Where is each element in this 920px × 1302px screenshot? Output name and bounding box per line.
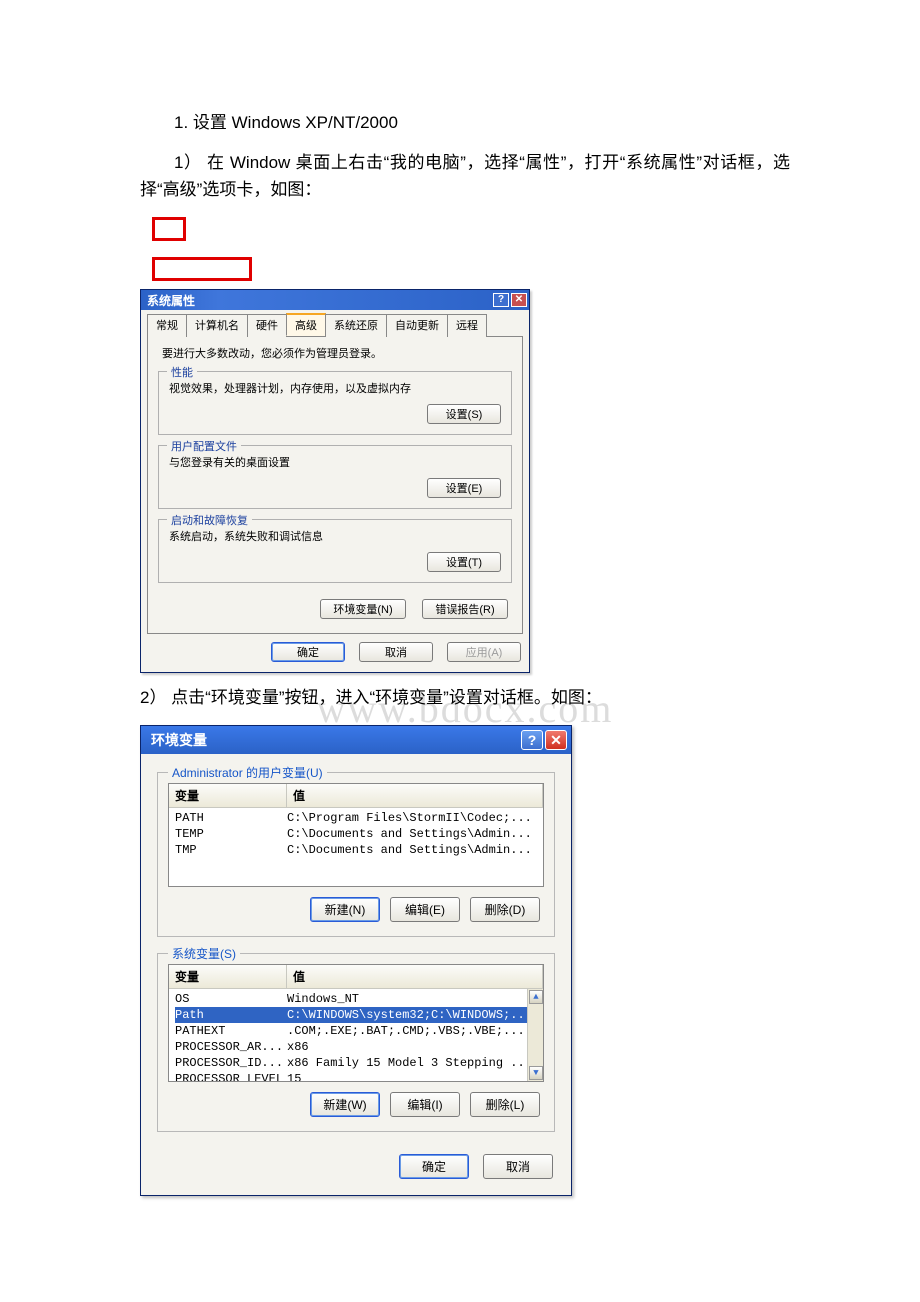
scroll-up-icon[interactable]: ▲ [529,990,543,1004]
list-item[interactable]: TMPC:\Documents and Settings\Admin... [169,842,543,858]
env-bottom-buttons: 确定 取消 [157,1148,555,1181]
env-vars-dialog: 环境变量 ? ✕ Administrator 的用户变量(U) 变量 值 PAT… [140,725,572,1196]
sysprop-note: 要进行大多数改动，您必须作为管理员登录。 [158,345,512,361]
btn-delete-user[interactable]: 删除(D) [470,897,540,922]
col-value[interactable]: 值 [287,784,543,807]
close-icon[interactable]: ✕ [511,293,527,307]
list-item[interactable]: PROCESSOR_LEVEL15 [169,1071,543,1081]
doc-line-2: 1） 在 Window 桌面上右击“我的电脑”，选择“属性”，打开“系统属性”对… [140,150,790,203]
list-item[interactable]: PATHEXT.COM;.EXE;.BAT;.CMD;.VBS;.VBE;... [169,1023,543,1039]
tab-advanced[interactable]: 高级 [286,313,326,336]
legend-startup: 启动和故障恢复 [167,512,252,528]
close-icon[interactable]: ✕ [545,730,567,750]
list-item[interactable]: PROCESSOR_AR...x86 [169,1039,543,1055]
list-item[interactable]: OSWindows_NT [169,991,543,1007]
tab-hardware[interactable]: 硬件 [247,314,287,337]
sysprop-title: 系统属性 [147,292,491,309]
col-variable[interactable]: 变量 [169,784,287,807]
legend-system-vars: 系统变量(S) [168,945,240,962]
btn-cancel[interactable]: 取消 [359,642,433,662]
btn-new-user[interactable]: 新建(N) [310,897,380,922]
sysprop-tab-body: 要进行大多数改动，您必须作为管理员登录。 性能 视觉效果，处理器计划，内存使用，… [147,336,523,634]
btn-edit-sys[interactable]: 编辑(I) [390,1092,460,1117]
btn-ok[interactable]: 确定 [399,1154,469,1179]
tab-system-restore[interactable]: 系统还原 [325,314,387,337]
list-item[interactable]: PROCESSOR_ID...x86 Family 15 Model 3 Ste… [169,1055,543,1071]
list-header: 变量 值 [169,784,543,808]
tab-auto-update[interactable]: 自动更新 [386,314,448,337]
doc-line-3: 2） 点击“环境变量”按钮，进入“环境变量”设置对话框。如图： [140,685,790,711]
text-startup: 系统启动，系统失败和调试信息 [169,528,501,544]
group-performance: 性能 视觉效果，处理器计划，内存使用，以及虚拟内存 设置(S) [158,371,512,435]
tab-general[interactable]: 常规 [147,314,187,337]
btn-settings-startup[interactable]: 设置(T) [427,552,501,572]
env-title: 环境变量 [151,730,519,750]
list-item-selected[interactable]: PathC:\WINDOWS\system32;C:\WINDOWS;... [169,1007,543,1023]
list-item[interactable]: PATHC:\Program Files\StormII\Codec;... [169,810,543,826]
sysprop-tabs: 常规 计算机名 硬件 高级 系统还原 自动更新 远程 [141,310,529,337]
btn-new-sys[interactable]: 新建(W) [310,1092,380,1117]
legend-profiles: 用户配置文件 [167,438,241,454]
sysprop-bottom-buttons: 确定 取消 应用(A) [141,634,529,672]
btn-settings-profiles[interactable]: 设置(E) [427,478,501,498]
list-item[interactable]: TEMPC:\Documents and Settings\Admin... [169,826,543,842]
btn-env-vars[interactable]: 环境变量(N) [320,599,406,619]
col-value[interactable]: 值 [287,965,543,988]
col-variable[interactable]: 变量 [169,965,287,988]
btn-apply[interactable]: 应用(A) [447,642,521,662]
doc-line-1: 1. 设置 Windows XP/NT/2000 [140,110,790,136]
group-startup: 启动和故障恢复 系统启动，系统失败和调试信息 设置(T) [158,519,512,583]
btn-edit-user[interactable]: 编辑(E) [390,897,460,922]
help-icon[interactable]: ? [493,293,509,307]
scroll-down-icon[interactable]: ▼ [529,1066,543,1080]
group-user-profiles: 用户配置文件 与您登录有关的桌面设置 设置(E) [158,445,512,509]
system-properties-dialog: 系统属性 ? ✕ 常规 计算机名 硬件 高级 系统还原 自动更新 远程 要进行大… [140,289,530,673]
btn-delete-sys[interactable]: 删除(L) [470,1092,540,1117]
red-marker-boxes [152,217,790,281]
red-box-small [152,217,186,241]
red-box-wide [152,257,252,281]
env-titlebar[interactable]: 环境变量 ? ✕ [141,726,571,754]
help-icon[interactable]: ? [521,730,543,750]
sysprop-titlebar[interactable]: 系统属性 ? ✕ [141,290,529,310]
text-performance: 视觉效果，处理器计划，内存使用，以及虚拟内存 [169,380,501,396]
list-header: 变量 值 [169,965,543,989]
scroll-track[interactable] [528,1005,543,1065]
group-user-vars: Administrator 的用户变量(U) 变量 值 PATHC:\Progr… [157,772,555,937]
scrollbar[interactable]: ▲ ▼ [527,989,543,1081]
btn-cancel[interactable]: 取消 [483,1154,553,1179]
tab-computer-name[interactable]: 计算机名 [186,314,248,337]
btn-error-report[interactable]: 错误报告(R) [422,599,508,619]
legend-user-vars: Administrator 的用户变量(U) [168,764,327,781]
list-system-vars[interactable]: 变量 值 OSWindows_NT PathC:\WINDOWS\system3… [168,964,544,1082]
group-system-vars: 系统变量(S) 变量 值 OSWindows_NT PathC:\WINDOWS… [157,953,555,1132]
tab-remote[interactable]: 远程 [447,314,487,337]
btn-ok[interactable]: 确定 [271,642,345,662]
legend-performance: 性能 [167,364,197,380]
btn-settings-perf[interactable]: 设置(S) [427,404,501,424]
text-profiles: 与您登录有关的桌面设置 [169,454,501,470]
list-user-vars[interactable]: 变量 值 PATHC:\Program Files\StormII\Codec;… [168,783,544,887]
